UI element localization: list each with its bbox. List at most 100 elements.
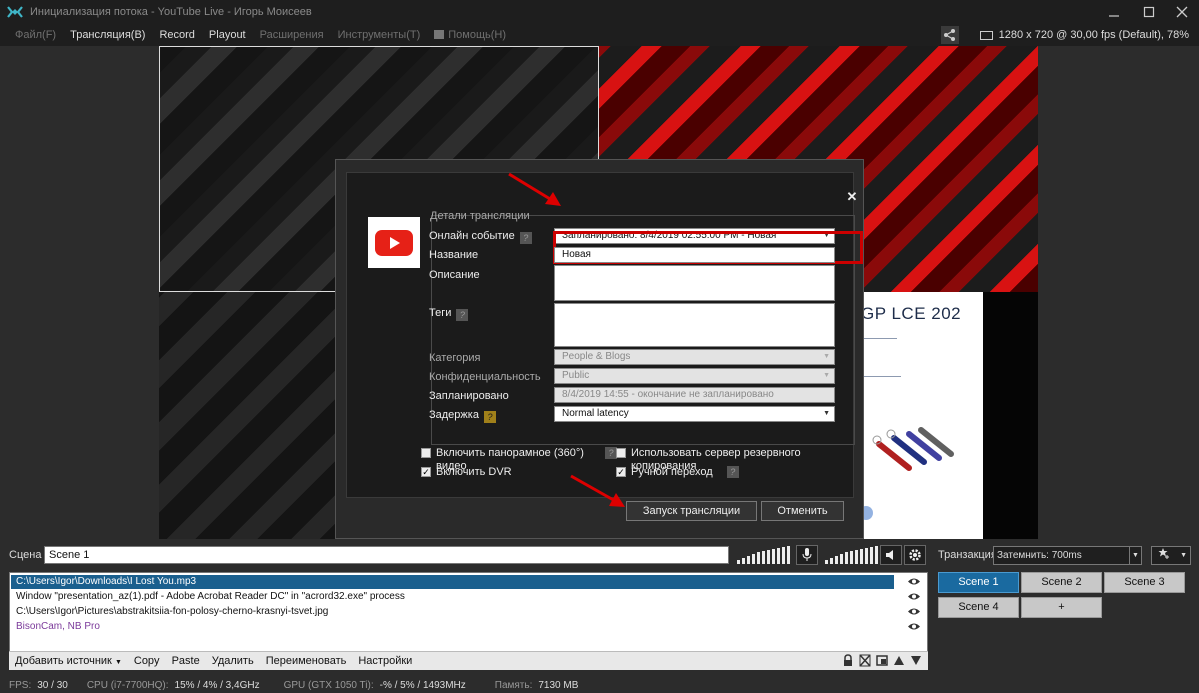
event-label-text: Онлайн событие — [429, 230, 515, 242]
transition-effects-button[interactable]: ▼ — [1151, 546, 1191, 565]
start-broadcast-button[interactable]: Запуск трансляции — [626, 501, 757, 521]
maximize-button[interactable] — [1132, 0, 1166, 24]
privacy-label: Конфиденциальность — [429, 371, 541, 383]
paste-button[interactable]: Paste — [166, 655, 206, 667]
dialog-close-icon[interactable]: ✕ — [845, 190, 859, 204]
window-icon[interactable] — [876, 654, 888, 667]
share-icon[interactable] — [941, 26, 959, 44]
fit-icon[interactable] — [859, 654, 871, 667]
canvas-edge — [983, 292, 1038, 539]
menu-tools[interactable]: Инструменты(T) — [331, 29, 428, 41]
gpu-label: GPU (GTX 1050 Ti): — [283, 679, 374, 691]
chevron-down-icon: ▼ — [114, 659, 122, 666]
panoramic-checkbox-row[interactable]: Включить панорамное (360°) видео — [421, 447, 611, 472]
menu-record[interactable]: Record — [152, 29, 201, 41]
backup-checkbox[interactable] — [616, 448, 626, 458]
lock-icon[interactable] — [842, 654, 854, 667]
scheduled-input[interactable]: 8/4/2019 14:55 - окончание не запланиров… — [554, 387, 835, 403]
gpu-value: -% / 5% / 1493MHz — [379, 679, 466, 691]
mic-volume-meter[interactable] — [737, 546, 790, 564]
copy-button[interactable]: Copy — [128, 655, 166, 667]
visibility-eye-icon[interactable] — [907, 622, 921, 631]
rename-button[interactable]: Переименовать — [260, 655, 353, 667]
fps-label: FPS: — [9, 679, 32, 691]
name-label: Название — [429, 249, 479, 261]
transition-select[interactable]: Затемнить: 700ms ▼ — [993, 546, 1142, 565]
status-bar: FPS: 30 / 30 CPU (i7-7700HQ): 15% / 4% /… — [0, 677, 1199, 693]
cpu-label: CPU (i7-7700HQ): — [86, 679, 169, 691]
arrow-up-icon[interactable] — [893, 654, 905, 667]
pdf-title: GP LCE 202 — [861, 304, 962, 323]
transition-label: Транзакция — [938, 549, 997, 561]
monitor-icon — [979, 30, 993, 40]
tags-textarea[interactable] — [554, 303, 835, 347]
visibility-eye-icon[interactable] — [907, 592, 921, 601]
transition-select-value: Затемнить: 700ms — [997, 550, 1082, 561]
cancel-button[interactable]: Отменить — [761, 501, 844, 521]
help-icon[interactable]: ? — [726, 466, 739, 478]
help-icon[interactable]: ? — [456, 309, 469, 321]
scene-button[interactable]: Scene 4 — [938, 597, 1019, 618]
backup-checkbox-row[interactable]: Использовать сервер резервного копирован… — [616, 447, 816, 472]
add-scene-button[interactable]: + — [1021, 597, 1102, 618]
close-window-button[interactable] — [1165, 0, 1199, 24]
dvr-checkbox[interactable]: ✓ — [421, 467, 431, 477]
privacy-select[interactable]: Public ▼ — [554, 368, 835, 384]
help-icon[interactable]: ? — [519, 232, 532, 244]
menu-playout[interactable]: Playout — [202, 29, 253, 41]
add-source-label: Добавить источник — [15, 655, 112, 667]
resolution-info[interactable]: 1280 x 720 @ 30,00 fps (Default), 78% — [979, 24, 1189, 46]
latency-label-text: Задержка — [429, 409, 479, 421]
desktop-volume-meter[interactable] — [825, 546, 883, 564]
scene-name-input[interactable]: Scene 1 — [44, 546, 729, 564]
latency-select-value: Normal latency — [562, 408, 629, 419]
minimize-button[interactable] — [1097, 0, 1131, 24]
add-source-button[interactable]: Добавить источник ▼ — [9, 655, 128, 667]
scene-button[interactable]: Scene 1 — [938, 572, 1019, 593]
menu-file[interactable]: Файл(F) — [8, 29, 63, 41]
source-item[interactable]: BisonCam, NB Pro — [11, 620, 894, 634]
pdf-text-line — [861, 376, 901, 377]
delete-button[interactable]: Удалить — [206, 655, 260, 667]
manual-checkbox-row[interactable]: ✓ Ручной переход ? — [616, 466, 739, 478]
speaker-icon[interactable] — [880, 545, 902, 565]
description-textarea[interactable] — [554, 265, 835, 301]
toolbar-icons — [842, 654, 922, 667]
menu-help-label: Помощь(H) — [448, 29, 507, 41]
dvr-checkbox-row[interactable]: ✓ Включить DVR — [421, 466, 512, 478]
backup-checkbox-label: Использовать сервер резервного копирован… — [631, 447, 801, 472]
visibility-eye-icon[interactable] — [907, 577, 921, 586]
scheduled-label: Запланировано — [429, 390, 509, 402]
tags-label: Теги? — [429, 307, 469, 321]
privacy-select-value: Public — [562, 370, 590, 381]
source-item[interactable]: Window "presentation_az(1).pdf - Adobe A… — [11, 590, 894, 604]
scene-button[interactable]: Scene 3 — [1104, 572, 1185, 593]
menu-broadcast[interactable]: Трансляция(B) — [63, 29, 152, 41]
arrow-down-icon[interactable] — [910, 654, 922, 667]
source-item[interactable]: C:\Users\Igor\Downloads\I Lost You.mp3 — [11, 575, 894, 589]
help-icon[interactable]: ? — [483, 411, 496, 423]
name-input[interactable]: Новая — [554, 247, 835, 263]
category-select[interactable]: People & Blogs ▼ — [554, 349, 835, 365]
window-title: Инициализация потока - YouTube Live - Иг… — [30, 6, 312, 18]
dialog-body: ✕ Детали трансляции Онлайн событие? Запл… — [346, 172, 863, 498]
manual-checkbox-label: Ручной переход — [631, 466, 713, 478]
bottom-panel: Сцена Scene 1 C:\Users\Igor\Downloads\I … — [0, 539, 1199, 677]
visibility-eye-icon[interactable] — [907, 607, 921, 616]
source-item[interactable]: C:\Users\Igor\Pictures\abstrakitsiia-fon… — [11, 605, 894, 619]
scene-label: Сцена — [9, 549, 42, 561]
panoramic-checkbox[interactable] — [421, 448, 431, 458]
menu-help[interactable]: Помощь(H) — [427, 29, 513, 41]
scene-button[interactable]: Scene 2 — [1021, 572, 1102, 593]
settings-button[interactable]: Настройки — [352, 655, 418, 667]
dvr-checkbox-label: Включить DVR — [436, 466, 512, 478]
category-select-value: People & Blogs — [562, 351, 631, 362]
help-icon — [434, 30, 445, 39]
microphone-icon[interactable] — [796, 545, 818, 565]
gear-icon[interactable] — [904, 545, 926, 565]
sources-toolbar: Добавить источник ▼ Copy Paste Удалить П… — [9, 651, 928, 670]
latency-select[interactable]: Normal latency ▼ — [554, 406, 835, 422]
group-title: Детали трансляции — [430, 210, 530, 222]
menu-extensions[interactable]: Расширения — [253, 29, 331, 41]
latency-label: Задержка? — [429, 409, 496, 423]
